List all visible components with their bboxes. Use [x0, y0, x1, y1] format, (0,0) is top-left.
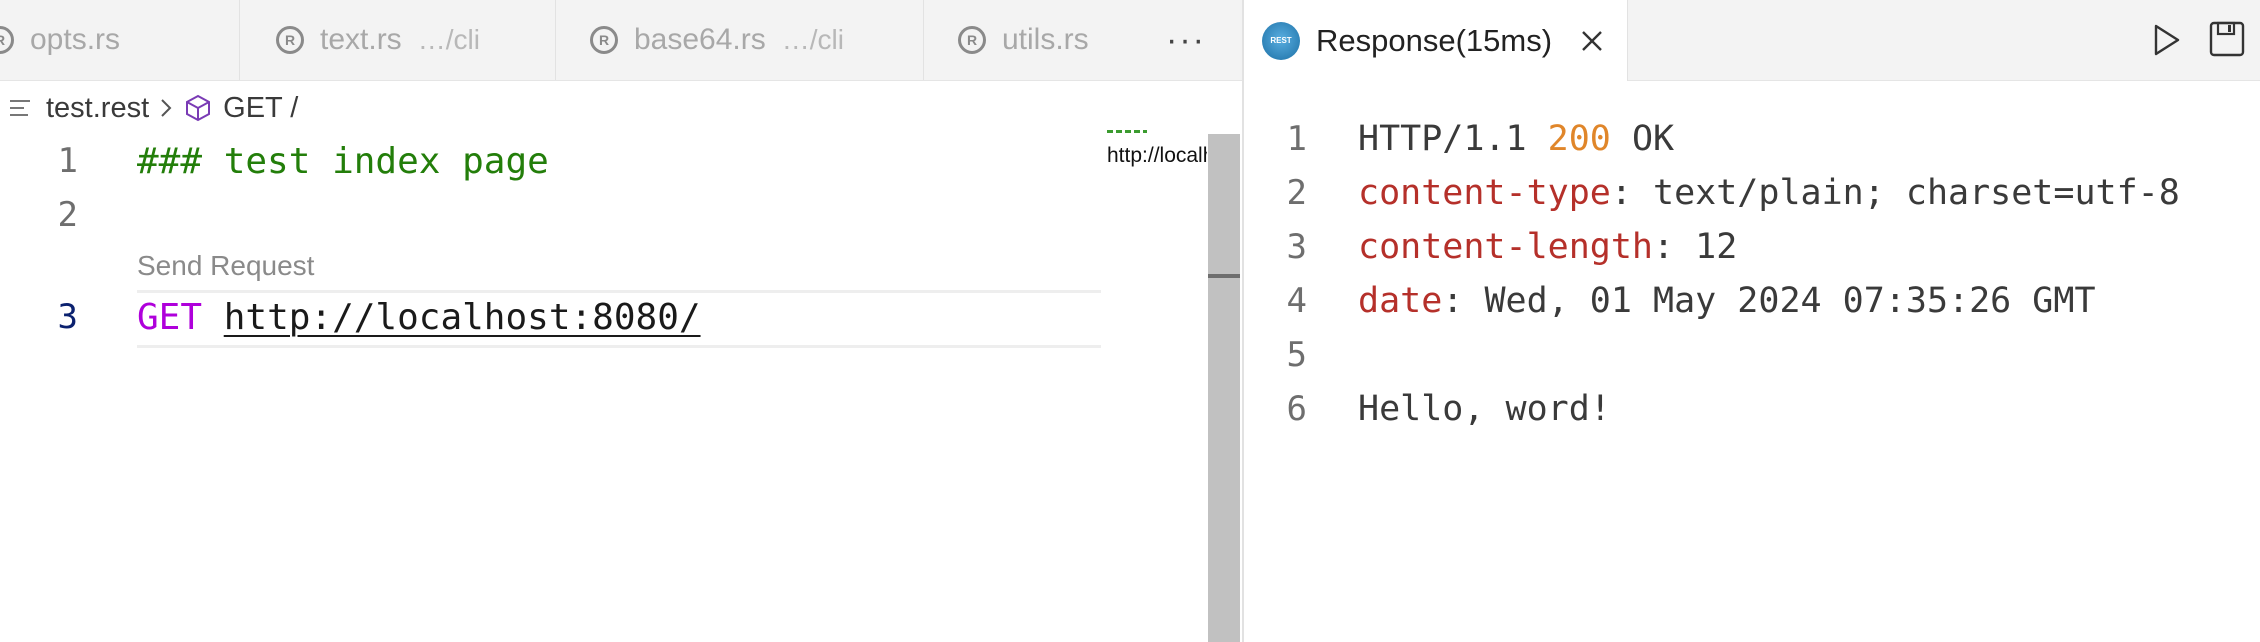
header-line: date: Wed, 01 May 2024 07:35:26 GMT: [1358, 281, 2096, 321]
rust-icon: R: [276, 26, 304, 54]
http-protocol: HTTP/1.1: [1358, 119, 1548, 159]
vertical-scrollbar[interactable]: [1208, 134, 1240, 642]
tab-base64-rs[interactable]: R base64.rs …/cli: [556, 0, 924, 80]
left-editor-group: R opts.rs R text.rs …/cli R base64.rs …/…: [0, 0, 1242, 642]
run-icon[interactable]: [2148, 22, 2184, 58]
tab-label: text.rs: [320, 23, 402, 56]
rest-client-icon: REST: [1262, 21, 1300, 60]
lines-icon: [10, 100, 30, 116]
chevron-right-icon: [161, 99, 172, 117]
tab-opts-rs[interactable]: R opts.rs: [0, 0, 240, 80]
tab-label: base64.rs: [634, 23, 766, 56]
status-reason: OK: [1610, 119, 1675, 159]
header-value: : Wed, 01 May 2024 07:35:26 GMT: [1442, 281, 2096, 321]
rust-icon: R: [0, 26, 14, 54]
status-line: HTTP/1.1 200 OK: [1358, 119, 1674, 159]
response-line[interactable]: 3 content-length: 12: [1244, 220, 2260, 274]
minimap-comment-mark: [1107, 130, 1147, 133]
code-line[interactable]: 1 ### test index page: [0, 134, 1120, 188]
line-number: 1: [1286, 119, 1307, 159]
breadcrumb: test.rest GET /: [0, 86, 298, 130]
minimap-text: http://localhost:8080/: [1107, 144, 1207, 167]
header-key: content-type: [1358, 173, 1611, 213]
header-key: content-length: [1358, 227, 1654, 267]
header-key: date: [1358, 281, 1443, 321]
rust-icon: R: [958, 26, 986, 54]
code-line[interactable]: 2: [0, 188, 1120, 242]
request-line: GET http://localhost:8080/: [137, 297, 701, 338]
tab-description: …/cli: [781, 24, 844, 55]
response-line[interactable]: 1 HTTP/1.1 200 OK: [1244, 112, 2260, 166]
right-editor-group: REST Response(15ms) 1 HTTP/1.1 200 OK 2: [1244, 0, 2260, 642]
tab-utils-rs[interactable]: R utils.rs: [924, 0, 1154, 80]
line-number: 6: [1286, 389, 1307, 429]
line-number: 2: [1286, 173, 1307, 213]
status-code: 200: [1547, 119, 1611, 159]
http-method: GET: [137, 296, 203, 338]
rust-icon: R: [590, 26, 618, 54]
response-line[interactable]: 6 Hello, word!: [1244, 382, 2260, 436]
line-number: 2: [57, 195, 78, 235]
tab-text-rs[interactable]: R text.rs …/cli: [240, 0, 556, 80]
close-icon[interactable]: [1580, 29, 1604, 53]
line-number: 1: [57, 141, 78, 181]
response-tab-bar: REST Response(15ms): [1244, 0, 2260, 81]
header-line: content-type: text/plain; charset=utf-8: [1358, 173, 2180, 213]
send-request-codelens[interactable]: Send Request: [137, 250, 314, 282]
header-value: : text/plain; charset=utf-8: [1610, 173, 2180, 213]
minimap[interactable]: http://localhost:8080/: [1107, 126, 1207, 176]
breadcrumb-symbol[interactable]: GET /: [223, 92, 298, 125]
tab-label: Response(15ms): [1316, 22, 1553, 58]
more-icon[interactable]: ···: [1160, 0, 1212, 80]
line-number: 4: [1286, 281, 1307, 321]
response-line[interactable]: 5: [1244, 328, 2260, 382]
line-number: 5: [1286, 335, 1307, 375]
request-url[interactable]: http://localhost:8080/: [224, 297, 701, 338]
tab-description: …/cli: [417, 24, 480, 55]
response-body: Hello, word!: [1358, 389, 1611, 429]
header-value: : 12: [1653, 227, 1738, 267]
code-comment: ### test index page: [137, 140, 549, 182]
scrollbar-marker: [1208, 274, 1240, 278]
tab-label: opts.rs: [30, 23, 121, 56]
line-number: 3: [1286, 227, 1307, 267]
tab-response[interactable]: REST Response(15ms): [1244, 0, 1628, 81]
editor-tab-bar: R opts.rs R text.rs …/cli R base64.rs …/…: [0, 0, 1242, 81]
vscode-window: R opts.rs R text.rs …/cli R base64.rs …/…: [0, 0, 2260, 642]
code-line[interactable]: 3 GET http://localhost:8080/: [0, 290, 1120, 344]
breadcrumb-file[interactable]: test.rest: [46, 92, 149, 125]
header-line: content-length: 12: [1358, 227, 1737, 267]
response-line[interactable]: 4 date: Wed, 01 May 2024 07:35:26 GMT: [1244, 274, 2260, 328]
tab-label: utils.rs: [1002, 23, 1089, 56]
save-icon[interactable]: [2208, 20, 2246, 58]
response-line[interactable]: 2 content-type: text/plain; charset=utf-…: [1244, 166, 2260, 220]
line-number: 3: [57, 297, 78, 337]
cube-icon: [186, 94, 211, 122]
